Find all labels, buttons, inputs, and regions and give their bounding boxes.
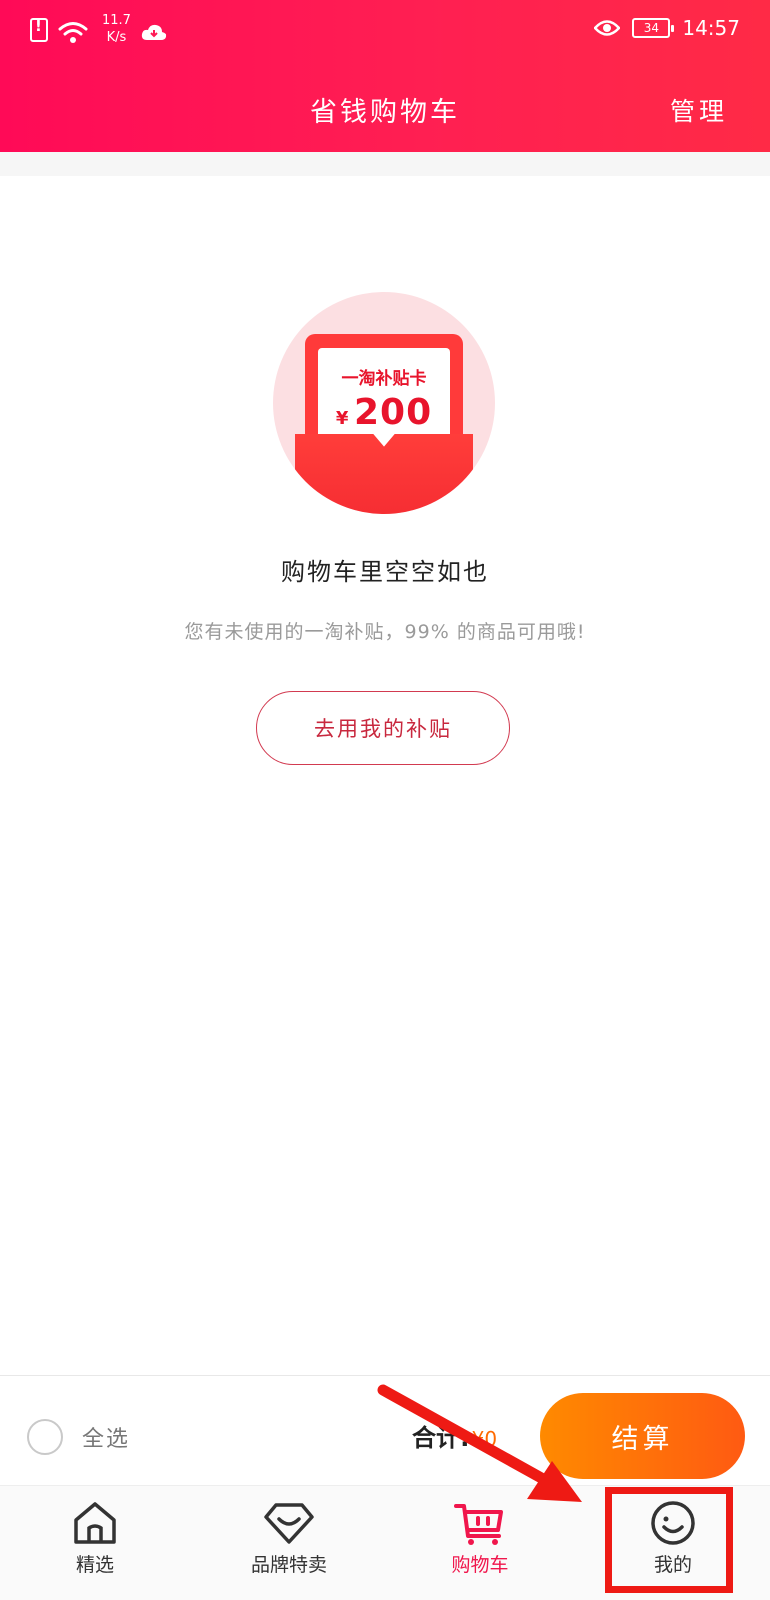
tab-brand-sale-label: 品牌特卖 <box>250 1554 327 1576</box>
card-currency: ¥ <box>335 408 349 429</box>
network-speed-unit: K/s <box>106 30 127 45</box>
total-label: 合计: <box>412 1424 470 1452</box>
status-bar-right: 34 14:57 <box>594 16 740 40</box>
empty-cart-title: 购物车里空空如也 <box>281 558 489 586</box>
tab-cart-label: 购物车 <box>451 1554 509 1576</box>
card-amount-value: 200 <box>353 392 433 433</box>
header-divider <box>0 152 770 176</box>
empty-cart-subtitle: 您有未使用的一淘补贴，99% 的商品可用哦! <box>184 621 586 643</box>
status-bar-left: 11.7 K/s <box>30 12 167 46</box>
tab-brand-sale[interactable]: 品牌特卖 <box>214 1492 364 1592</box>
select-all-radio[interactable] <box>27 1419 63 1455</box>
network-speed-value: 11.7 <box>102 13 131 28</box>
select-all-label[interactable]: 全选 <box>82 1421 130 1453</box>
tutorial-arrow <box>377 1384 582 1502</box>
wifi-icon <box>58 22 88 43</box>
home-icon <box>74 1502 116 1544</box>
tab-cart[interactable]: 购物车 <box>405 1492 555 1592</box>
eye-icon <box>594 20 621 36</box>
cart-icon <box>454 1504 503 1545</box>
network-speed: 11.7 K/s <box>102 12 131 46</box>
highlight-box <box>605 1487 733 1593</box>
card-amount: ¥ 200 <box>318 392 450 433</box>
total-value: ¥0 <box>471 1427 498 1451</box>
total-amount: 合计: ¥0 <box>412 1418 497 1453</box>
subsidy-card-illustration: 一淘补贴卡 ¥ 200 <box>273 292 495 514</box>
card-title: 一淘补贴卡 <box>341 369 427 389</box>
diamond-icon <box>264 1503 314 1544</box>
status-time: 14:57 <box>682 16 740 40</box>
checkout-button[interactable]: 结算 <box>540 1393 745 1479</box>
page-title: 省钱购物车 <box>310 97 460 128</box>
manage-button[interactable]: 管理 <box>670 92 728 128</box>
battery-icon: 34 <box>632 18 675 38</box>
cloud-icon <box>141 24 167 40</box>
app-header: 11.7 K/s 34 14:57 省钱购物车 管理 <box>0 0 770 152</box>
status-bar: 11.7 K/s 34 14:57 <box>0 0 770 60</box>
checkout-bar: 全选 合计: ¥0 结算 <box>0 1375 770 1485</box>
tab-featured[interactable]: 精选 <box>20 1492 170 1592</box>
tab-featured-label: 精选 <box>75 1554 114 1576</box>
sim-alert-icon <box>30 17 48 42</box>
use-subsidy-button[interactable]: 去用我的补贴 <box>256 691 510 765</box>
